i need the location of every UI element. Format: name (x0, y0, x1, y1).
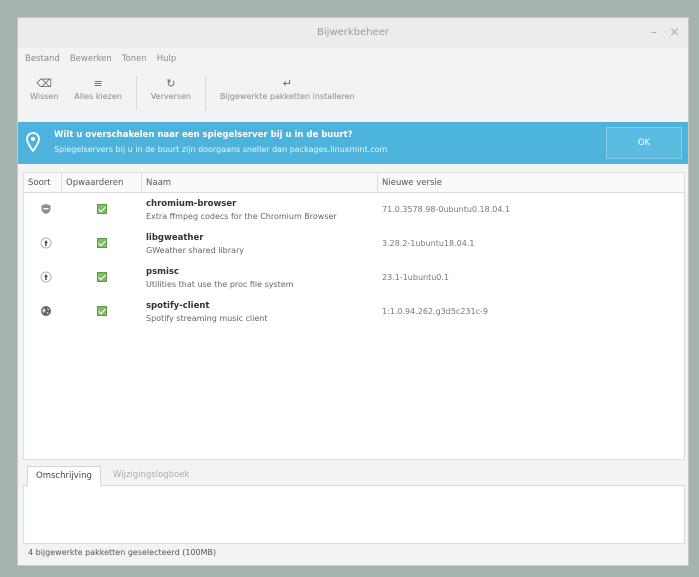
install-button[interactable]: ↵ Bijgewerkte pakketten installeren (212, 76, 363, 101)
refresh-button[interactable]: ↻ Verversen (143, 76, 199, 101)
status-bar: 4 bijgewerkte pakketten geselecteerd (10… (28, 548, 217, 557)
menu-view[interactable]: Tonen (122, 54, 147, 64)
globe-icon (41, 306, 51, 316)
window-title: Bijwerkbeheer (317, 27, 389, 38)
toolbar: ⌫ Wissen ≡ Alles kiezen ↻ Verversen ↵ Bi… (18, 70, 688, 118)
toolbar-separator (135, 76, 137, 110)
select-all-icon: ≡ (93, 77, 103, 90)
window-controls: – × (651, 18, 680, 48)
package-icon (40, 271, 52, 283)
select-all-label: Alles kiezen (74, 92, 122, 101)
install-label: Bijgewerkte pakketten installeren (220, 92, 355, 101)
table-header: Soort Opwaarderen Naam Nieuwe versie (24, 173, 684, 193)
mirror-infobar: Wilt u overschakelen naar een spiegelser… (18, 122, 688, 164)
tab-description[interactable]: Omschrijving (27, 466, 101, 486)
menu-edit[interactable]: Bewerken (70, 54, 112, 64)
table-row[interactable]: chromium-browser Extra ffmpeg codecs for… (24, 197, 684, 231)
upgrade-checkbox[interactable] (97, 272, 107, 282)
refresh-icon: ↻ (166, 77, 176, 90)
location-pin-icon (26, 132, 40, 152)
upgrade-checkbox[interactable] (97, 306, 107, 316)
upgrade-checkbox[interactable] (97, 204, 107, 214)
table-row[interactable]: psmisc Utilities that use the proc file … (24, 265, 684, 299)
clear-icon: ⌫ (36, 77, 52, 90)
menu-help[interactable]: Hulp (157, 54, 177, 64)
minimize-icon[interactable]: – (651, 18, 658, 48)
clear-label: Wissen (30, 92, 59, 101)
updates-table: Soort Opwaarderen Naam Nieuwe versie chr… (23, 172, 685, 460)
package-version: 3.28.2-1ubuntu18.04.1 (382, 239, 475, 248)
package-icon (40, 237, 52, 249)
column-header-version[interactable]: Nieuwe versie (378, 173, 686, 193)
table-row[interactable]: libgweather GWeather shared library 3.28… (24, 231, 684, 265)
package-description: Utilities that use the proc file system (146, 280, 294, 289)
package-version: 1:1.0.94.262.g3d5c231c-9 (382, 307, 488, 316)
package-name: chromium-browser (146, 199, 237, 209)
infobar-title: Wilt u overschakelen naar een spiegelser… (54, 130, 353, 140)
update-manager-window: Bijwerkbeheer – × Bestand Bewerken Tonen… (17, 17, 689, 566)
package-name: libgweather (146, 233, 204, 243)
menu-bar: Bestand Bewerken Tonen Hulp (18, 48, 688, 70)
close-icon[interactable]: × (669, 18, 680, 48)
menu-file[interactable]: Bestand (25, 54, 60, 64)
column-header-type[interactable]: Soort (24, 173, 62, 193)
package-name: psmisc (146, 267, 180, 277)
select-all-button[interactable]: ≡ Alles kiezen (66, 76, 130, 101)
upgrade-checkbox[interactable] (97, 238, 107, 248)
package-version: 23.1-1ubuntu0.1 (382, 273, 450, 282)
infobar-text: Spiegelservers bij u in de buurt zijn do… (54, 145, 388, 154)
table-row[interactable]: spotify-client Spotify streaming music c… (24, 299, 684, 333)
install-icon: ↵ (282, 77, 292, 90)
ok-button[interactable]: OK (606, 127, 682, 159)
details-tabs: Omschrijving Wijzigingslogboek (23, 466, 685, 486)
column-header-upgrade[interactable]: Opwaarderen (62, 173, 142, 193)
clear-button[interactable]: ⌫ Wissen (22, 76, 66, 101)
tab-changelog[interactable]: Wijzigingslogboek (105, 466, 197, 486)
refresh-label: Verversen (150, 92, 191, 101)
package-description: GWeather shared library (146, 246, 244, 255)
package-version: 71.0.3578.98-0ubuntu0.18.04.1 (382, 205, 511, 214)
package-description: Spotify streaming music client (146, 314, 268, 323)
column-header-name[interactable]: Naam (142, 173, 378, 193)
toolbar-separator (205, 76, 206, 110)
title-bar[interactable]: Bijwerkbeheer – × (18, 18, 688, 48)
package-description: Extra ffmpeg codecs for the Chromium Bro… (146, 212, 337, 221)
package-name: spotify-client (146, 301, 210, 311)
description-pane (23, 486, 685, 544)
shield-icon (41, 204, 51, 214)
